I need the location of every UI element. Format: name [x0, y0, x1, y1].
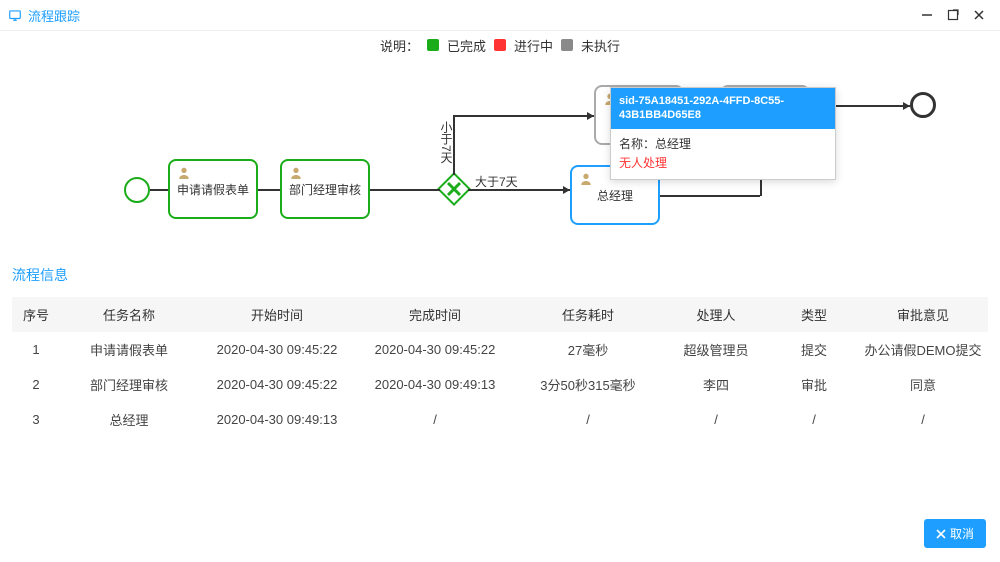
arrowhead-icon: [563, 186, 570, 194]
tooltip-warn: 无人处理: [619, 154, 827, 171]
cell-idx: 2: [12, 367, 60, 402]
arrowhead-icon: [587, 112, 594, 120]
tooltip-name-label: 名称：: [619, 137, 655, 151]
edge: [453, 115, 594, 117]
cell-opinion: /: [858, 402, 988, 437]
cancel-button[interactable]: 取消: [924, 519, 986, 548]
edge: [660, 195, 760, 197]
cell-task: 申请请假表单: [60, 332, 198, 367]
gateway-days[interactable]: [437, 172, 471, 206]
col-start: 开始时间: [198, 297, 356, 332]
process-diagram: 申请请假表单 部门经理审核 人事 总经理: [0, 59, 1000, 259]
cell-task: 总经理: [60, 402, 198, 437]
end-event[interactable]: [910, 92, 936, 118]
task-dept-review[interactable]: 部门经理审核: [280, 159, 370, 219]
window-title: 流程跟踪: [28, 6, 80, 25]
cell-type: 提交: [770, 332, 858, 367]
cell-handler: 超级管理员: [662, 332, 770, 367]
task-apply-form[interactable]: 申请请假表单: [168, 159, 258, 219]
table-row: 3总经理2020-04-30 09:49:13/////: [12, 402, 988, 437]
edge: [150, 189, 168, 191]
tooltip-sid: sid-75A18451-292A-4FFD-8C55-43B1BB4D65E8: [611, 88, 835, 129]
node-tooltip: sid-75A18451-292A-4FFD-8C55-43B1BB4D65E8…: [610, 87, 836, 180]
legend: 说明： 已完成 进行中 未执行: [0, 31, 1000, 59]
cell-handler: /: [662, 402, 770, 437]
user-icon: [578, 171, 594, 187]
col-opinion: 审批意见: [858, 297, 988, 332]
col-type: 类型: [770, 297, 858, 332]
cell-end: 2020-04-30 09:45:22: [356, 332, 514, 367]
cell-start: 2020-04-30 09:49:13: [198, 402, 356, 437]
tooltip-name-value: 总经理: [655, 137, 691, 151]
legend-done: 已完成: [447, 36, 486, 55]
edge: [258, 189, 280, 191]
legend-swatch-pending: [561, 39, 573, 51]
cell-idx: 3: [12, 402, 60, 437]
dialog: 流程跟踪 说明： 已完成 进行中 未执行 申请请假表单 部门经理审核: [0, 0, 1000, 562]
legend-label: 说明：: [380, 36, 419, 55]
legend-pending: 未执行: [581, 36, 620, 55]
table-row: 2部门经理审核2020-04-30 09:45:222020-04-30 09:…: [12, 367, 988, 402]
cell-end: 2020-04-30 09:49:13: [356, 367, 514, 402]
legend-swatch-doing: [494, 39, 506, 51]
tooltip-name-row: 名称：总经理: [619, 135, 827, 152]
cell-end: /: [356, 402, 514, 437]
cell-dur: /: [514, 402, 662, 437]
close-button[interactable]: [966, 2, 992, 28]
arrowhead-icon: [903, 102, 910, 110]
col-idx: 序号: [12, 297, 60, 332]
title-bar: 流程跟踪: [0, 0, 1000, 31]
cell-type: 审批: [770, 367, 858, 402]
user-icon: [288, 165, 304, 181]
task-label: 总经理: [597, 187, 633, 204]
cell-handler: 李四: [662, 367, 770, 402]
col-task: 任务名称: [60, 297, 198, 332]
col-handler: 处理人: [662, 297, 770, 332]
task-label: 部门经理审核: [289, 181, 361, 198]
cell-opinion: 同意: [858, 367, 988, 402]
cancel-label: 取消: [950, 525, 974, 542]
user-icon: [176, 165, 192, 181]
maximize-button[interactable]: [940, 2, 966, 28]
minimize-button[interactable]: [914, 2, 940, 28]
legend-doing: 进行中: [514, 36, 553, 55]
start-event[interactable]: [124, 177, 150, 203]
close-icon: [936, 529, 946, 539]
cell-task: 部门经理审核: [60, 367, 198, 402]
table-row: 1申请请假表单2020-04-30 09:45:222020-04-30 09:…: [12, 332, 988, 367]
cell-opinion: 办公请假DEMO提交: [858, 332, 988, 367]
col-end: 完成时间: [356, 297, 514, 332]
edge: [370, 189, 440, 191]
window-icon: [8, 8, 22, 22]
edge-label-gt7: 大于7天: [475, 173, 518, 190]
edge-label-lt7: 小于7天: [438, 121, 455, 164]
cell-start: 2020-04-30 09:45:22: [198, 332, 356, 367]
cell-start: 2020-04-30 09:45:22: [198, 367, 356, 402]
section-title: 流程信息: [0, 259, 1000, 291]
table-header: 序号 任务名称 开始时间 完成时间 任务耗时 处理人 类型 审批意见: [12, 297, 988, 332]
cell-type: /: [770, 402, 858, 437]
col-dur: 任务耗时: [514, 297, 662, 332]
cell-idx: 1: [12, 332, 60, 367]
task-label: 申请请假表单: [177, 181, 249, 198]
cell-dur: 27毫秒: [514, 332, 662, 367]
flow-info-table: 序号 任务名称 开始时间 完成时间 任务耗时 处理人 类型 审批意见 1申请请假…: [12, 297, 988, 437]
cell-dur: 3分50秒315毫秒: [514, 367, 662, 402]
table-body: 1申请请假表单2020-04-30 09:45:222020-04-30 09:…: [12, 332, 988, 437]
legend-swatch-done: [427, 39, 439, 51]
